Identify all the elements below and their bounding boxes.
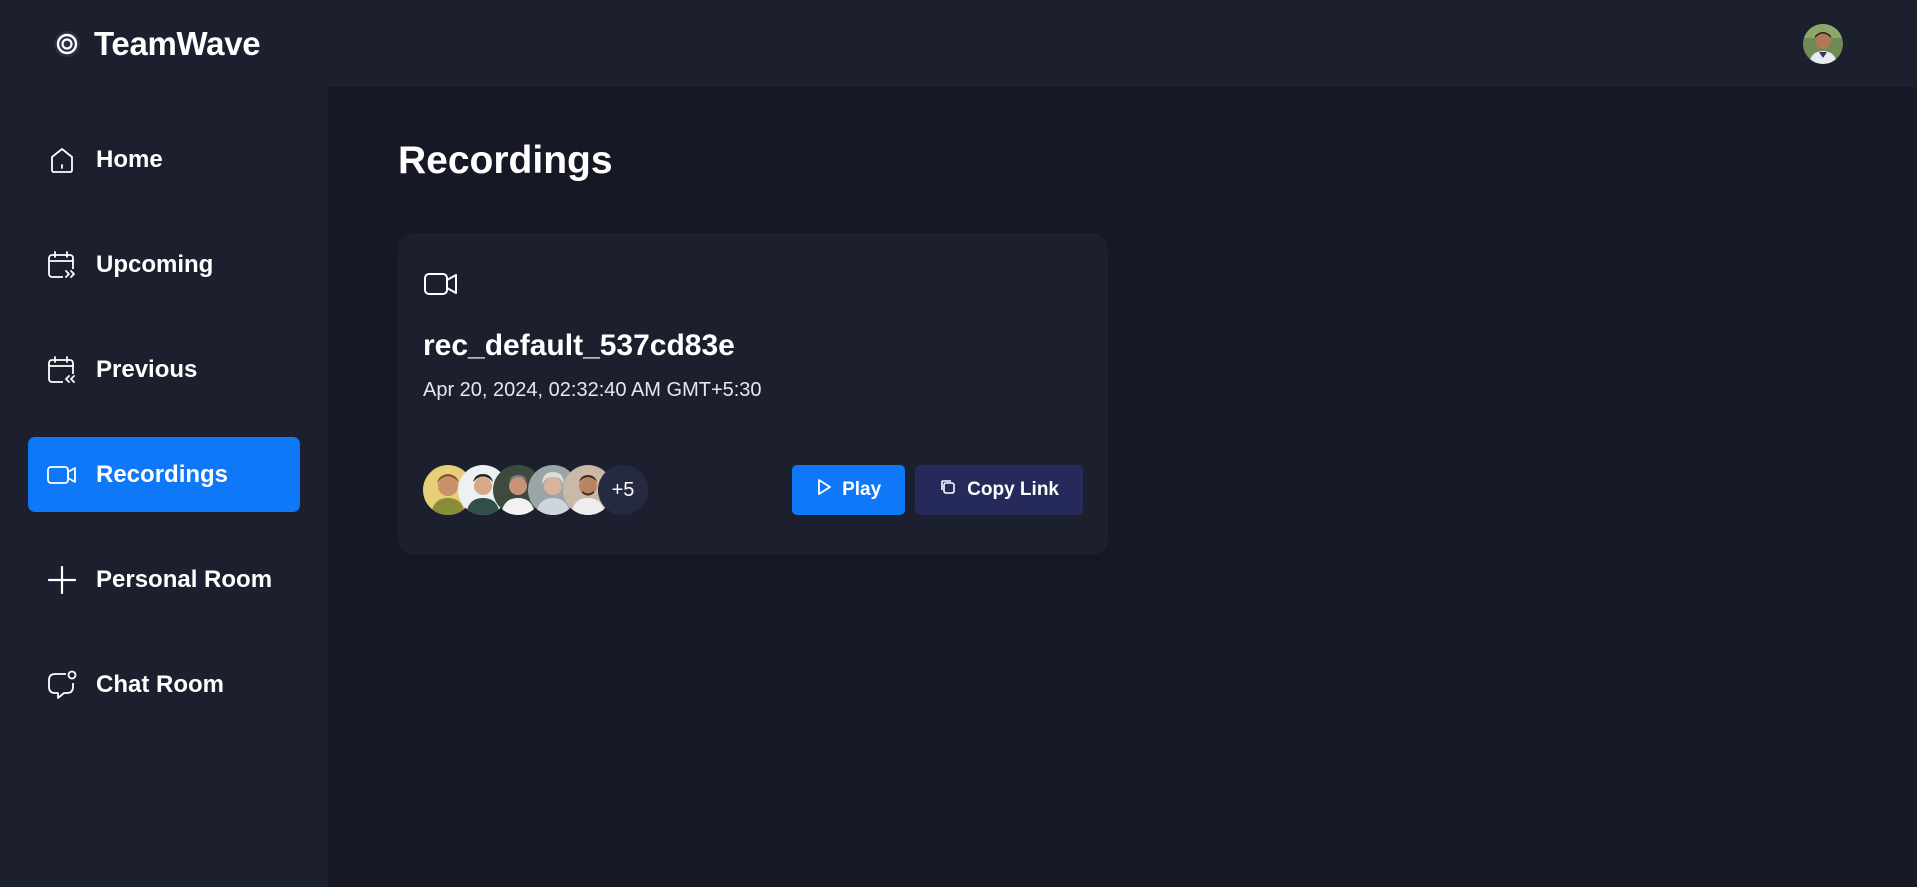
- copy-link-button[interactable]: Copy Link: [915, 465, 1083, 515]
- recording-name: rec_default_537cd83e: [423, 329, 735, 362]
- sidebar-item-label: Personal Room: [96, 565, 273, 593]
- plus-icon: [46, 564, 78, 596]
- sidebar-item-upcoming[interactable]: Upcoming: [28, 227, 300, 302]
- brand[interactable]: TeamWave: [50, 24, 261, 63]
- recording-actions: Play Copy Link: [792, 465, 1083, 515]
- play-button[interactable]: Play: [792, 465, 906, 515]
- sidebar-item-label: Previous: [96, 355, 198, 383]
- card-footer: +5 Play Copy Link: [423, 465, 1083, 515]
- logo-icon: [50, 27, 84, 61]
- copy-label: Copy Link: [967, 479, 1059, 500]
- sidebar-item-label: Home: [96, 145, 163, 173]
- brand-name: TeamWave: [94, 24, 261, 62]
- chat-bubble-icon: [46, 669, 78, 701]
- sidebar-item-previous[interactable]: Previous: [28, 332, 300, 407]
- more-participants-badge: +5: [598, 465, 648, 515]
- sidebar-item-label: Recordings: [96, 460, 229, 488]
- sidebar: Home Upcoming Previous Recordings Person…: [0, 87, 328, 887]
- calendar-forward-icon: [46, 249, 78, 281]
- recording-date: Apr 20, 2024, 02:32:40 AM GMT+5:30: [423, 379, 762, 401]
- sidebar-item-recordings[interactable]: Recordings: [28, 437, 300, 512]
- user-avatar[interactable]: [1803, 23, 1843, 64]
- main-content: Recordings rec_default_537cd83e Apr 20, …: [328, 87, 1917, 887]
- play-icon: [816, 478, 832, 502]
- calendar-back-icon: [46, 354, 78, 386]
- sidebar-item-label: Chat Room: [96, 670, 224, 698]
- page-title: Recordings: [398, 139, 613, 182]
- sidebar-item-label: Upcoming: [96, 250, 214, 278]
- play-label: Play: [842, 479, 882, 500]
- sidebar-item-chat-room[interactable]: Chat Room: [28, 647, 300, 722]
- sidebar-item-personal-room[interactable]: Personal Room: [28, 542, 300, 617]
- sidebar-item-home[interactable]: Home: [28, 122, 300, 197]
- recording-card: rec_default_537cd83e Apr 20, 2024, 02:32…: [398, 233, 1108, 555]
- home-icon: [46, 144, 78, 176]
- video-icon: [46, 459, 78, 491]
- participant-avatars: +5: [423, 465, 648, 515]
- top-bar: TeamWave: [0, 0, 1917, 87]
- video-icon: [423, 273, 459, 304]
- copy-icon: [939, 478, 957, 502]
